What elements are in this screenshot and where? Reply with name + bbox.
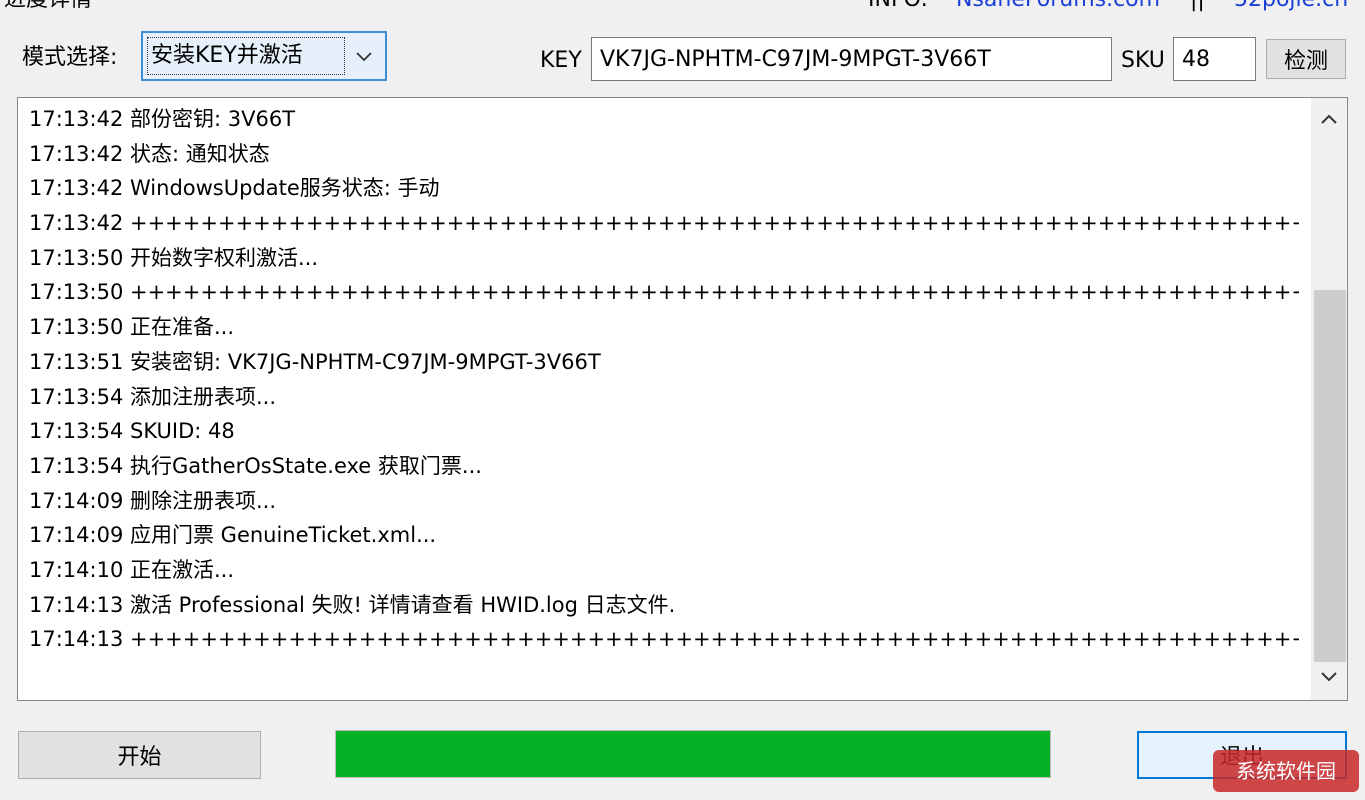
log-line: 17:14:10 正在激活... bbox=[29, 557, 235, 582]
log-line: 17:13:54 SKUID: 48 bbox=[29, 419, 235, 444]
log-line: 17:14:09 应用门票 GenuineTicket.xml... bbox=[29, 523, 437, 548]
chevron-down-icon bbox=[356, 52, 372, 62]
activation-window: 进度详情 INFO: NsaneForums.com || 52pojie.cn… bbox=[0, 0, 1365, 800]
log-line: 17:13:42 部份密钥: 3V66T bbox=[29, 107, 296, 131]
log-line: 17:14:13 激活 Professional 失败! 详情请查看 HWID.… bbox=[29, 592, 676, 617]
key-input[interactable] bbox=[591, 37, 1112, 81]
log-lines: 17:13:42 部份密钥: 3V66T 17:13:42 状态: 通知状态 1… bbox=[29, 102, 1299, 657]
progress-fill bbox=[336, 731, 1050, 777]
log-line: 17:13:51 安装密钥: VK7JG-NPHTM-C97JM-9MPGT-3… bbox=[29, 349, 601, 374]
section-title: 进度详情 bbox=[4, 0, 92, 14]
log-line: 17:13:42 +++++++++++++++++++++++++++++++… bbox=[29, 211, 1299, 236]
sku-label: SKU bbox=[1121, 48, 1165, 73]
log-line: 17:14:09 删除注册表项... bbox=[29, 488, 277, 513]
log-line: 17:13:42 WindowsUpdate服务状态: 手动 bbox=[29, 176, 440, 201]
start-button[interactable]: 开始 bbox=[18, 731, 261, 779]
log-line: 17:13:54 执行GatherOsState.exe 获取门票... bbox=[29, 453, 482, 478]
progress-bar bbox=[335, 730, 1051, 778]
watermark-logo: 系统软件园 bbox=[1213, 750, 1359, 792]
log-line: 17:14:13 +++++++++++++++++++++++++++++++… bbox=[29, 627, 1299, 652]
nsaneforums-link[interactable]: NsaneForums.com bbox=[956, 0, 1160, 14]
mode-select-value: 安装KEY并激活 bbox=[147, 37, 345, 75]
log-line: 17:13:42 状态: 通知状态 bbox=[29, 141, 270, 166]
log-line: 17:13:50 开始数字权利激活... bbox=[29, 245, 319, 270]
log-line: 17:13:50 正在准备... bbox=[29, 315, 235, 340]
mode-label: 模式选择: bbox=[22, 45, 118, 70]
log-line: 17:13:50 +++++++++++++++++++++++++++++++… bbox=[29, 280, 1299, 305]
info-label: INFO: bbox=[868, 0, 928, 14]
scroll-thumb[interactable] bbox=[1314, 290, 1346, 662]
52pojie-link[interactable]: 52pojie.cn bbox=[1234, 0, 1348, 14]
scroll-down-button[interactable] bbox=[1311, 660, 1347, 696]
key-label: KEY bbox=[540, 48, 582, 73]
sku-input[interactable] bbox=[1173, 37, 1256, 81]
log-scrollbar[interactable] bbox=[1311, 98, 1347, 700]
mode-select[interactable]: 安装KEY并激活 bbox=[141, 31, 387, 81]
chevron-down-icon bbox=[1321, 672, 1337, 682]
check-button[interactable]: 检测 bbox=[1266, 39, 1346, 79]
scroll-up-button[interactable] bbox=[1311, 102, 1347, 138]
chevron-up-icon bbox=[1321, 114, 1337, 124]
info-separator: || bbox=[1190, 0, 1205, 14]
top-info-strip: 进度详情 INFO: NsaneForums.com || 52pojie.cn bbox=[0, 0, 1365, 14]
log-panel[interactable]: 17:13:42 部份密钥: 3V66T 17:13:42 状态: 通知状态 1… bbox=[17, 97, 1348, 701]
log-line: 17:13:54 添加注册表项... bbox=[29, 384, 277, 409]
